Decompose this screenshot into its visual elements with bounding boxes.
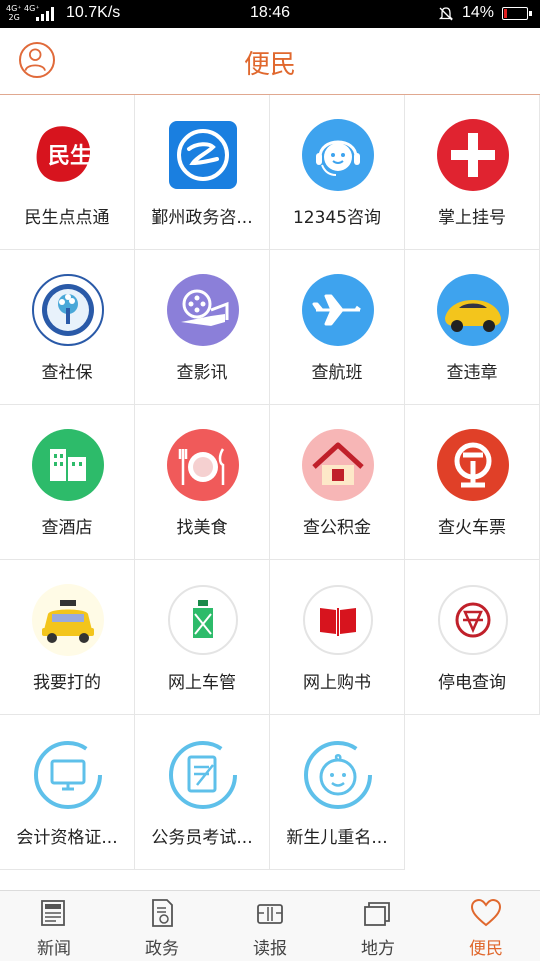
house-icon bbox=[302, 429, 374, 501]
reading-icon bbox=[257, 904, 283, 924]
service-item[interactable]: 鄞州政务咨... bbox=[135, 95, 270, 250]
computer-monitor-icon bbox=[34, 741, 102, 809]
service-item[interactable]: 查酒店 bbox=[0, 405, 135, 560]
service-item[interactable]: 公务员考试... bbox=[135, 715, 270, 870]
header: 便民 bbox=[0, 28, 540, 95]
tab-local[interactable]: 地方 bbox=[324, 891, 432, 961]
service-label: 网上购书 bbox=[303, 673, 371, 693]
power-grid-icon bbox=[438, 585, 508, 655]
status-bar: 4G⁺ 4G⁺ 2G 10.7K/s 18:46 14% bbox=[0, 0, 540, 28]
service-label: 会计资格证... bbox=[16, 828, 118, 848]
film-reel-icon bbox=[167, 274, 239, 346]
yellow-car-icon bbox=[437, 274, 509, 346]
taxi-icon bbox=[32, 584, 104, 656]
svg-text:民生: 民生 bbox=[48, 144, 92, 169]
tab-convenience[interactable]: 便民 bbox=[432, 891, 540, 961]
railway-logo-icon bbox=[437, 429, 509, 501]
service-item[interactable]: 我要打的 bbox=[0, 560, 135, 715]
minsheng-logo-icon: 民生 bbox=[36, 126, 92, 182]
service-label: 掌上挂号 bbox=[438, 208, 506, 228]
service-label: 查违章 bbox=[446, 363, 498, 383]
social-security-seal-icon bbox=[32, 274, 104, 346]
baby-face-icon bbox=[304, 741, 372, 809]
headset-robot-icon bbox=[302, 119, 374, 191]
service-item[interactable]: 12345咨询 bbox=[270, 95, 405, 250]
tab-government[interactable]: 政务 bbox=[108, 891, 216, 961]
exam-document-icon bbox=[169, 741, 237, 809]
service-item[interactable]: 会计资格证... bbox=[0, 715, 135, 870]
tab-label: 地方 bbox=[361, 939, 395, 959]
government-document-icon bbox=[152, 899, 173, 927]
service-label: 鄞州政务咨... bbox=[151, 208, 253, 228]
battery-percent: 14% bbox=[462, 4, 495, 21]
service-item[interactable]: 查公积金 bbox=[270, 405, 405, 560]
service-label: 停电查询 bbox=[438, 673, 506, 693]
newspaper-icon bbox=[41, 900, 65, 926]
service-label: 公务员考试... bbox=[151, 828, 253, 848]
dining-plate-icon bbox=[167, 429, 239, 501]
bottom-tab-bar: 新闻 政务 读报 地方 便民 bbox=[0, 890, 540, 961]
medical-cross-icon bbox=[437, 119, 509, 191]
book-icon bbox=[303, 585, 373, 655]
service-label: 新生儿重名... bbox=[286, 828, 388, 848]
service-label: 查酒店 bbox=[41, 518, 93, 538]
service-label: 查公积金 bbox=[303, 518, 371, 538]
service-label: 查火车票 bbox=[438, 518, 506, 538]
service-label: 查航班 bbox=[311, 363, 363, 383]
service-item[interactable]: 停电查询 bbox=[405, 560, 540, 715]
service-label: 查影讯 bbox=[176, 363, 228, 383]
stacked-pages-icon bbox=[364, 902, 390, 926]
service-item[interactable]: 网上购书 bbox=[270, 560, 405, 715]
service-item[interactable]: 新生儿重名... bbox=[270, 715, 405, 870]
service-item[interactable]: 查违章 bbox=[405, 250, 540, 405]
government-consult-icon bbox=[169, 121, 237, 189]
tab-news[interactable]: 新闻 bbox=[0, 891, 108, 961]
service-label: 查社保 bbox=[41, 363, 93, 383]
page-title: 便民 bbox=[243, 50, 296, 80]
service-item[interactable]: 查社保 bbox=[0, 250, 135, 405]
service-item[interactable]: 掌上挂号 bbox=[405, 95, 540, 250]
service-label: 网上车管 bbox=[168, 673, 236, 693]
service-label: 民生点点通 bbox=[24, 208, 110, 228]
hotel-building-icon bbox=[32, 429, 104, 501]
service-item[interactable]: 民生 民生点点通 bbox=[0, 95, 135, 250]
battery-icon bbox=[502, 7, 532, 20]
service-label: 找美食 bbox=[176, 518, 228, 538]
airplane-icon bbox=[302, 274, 374, 346]
tab-read-paper[interactable]: 读报 bbox=[216, 891, 324, 961]
bell-muted-icon bbox=[438, 7, 454, 21]
service-item[interactable]: 查火车票 bbox=[405, 405, 540, 560]
service-item[interactable]: 网上车管 bbox=[135, 560, 270, 715]
service-label: 我要打的 bbox=[33, 673, 101, 693]
service-item[interactable]: 查影讯 bbox=[135, 250, 270, 405]
tab-label: 新闻 bbox=[37, 939, 71, 959]
tab-label: 政务 bbox=[145, 939, 179, 959]
traffic-police-icon bbox=[168, 585, 238, 655]
service-label: 12345咨询 bbox=[292, 208, 382, 228]
service-item[interactable]: 查航班 bbox=[270, 250, 405, 405]
service-item[interactable]: 找美食 bbox=[135, 405, 270, 560]
clock: 18:46 bbox=[249, 4, 291, 21]
tab-label: 便民 bbox=[469, 939, 503, 959]
tab-label: 读报 bbox=[253, 939, 287, 959]
heart-icon bbox=[470, 898, 502, 927]
